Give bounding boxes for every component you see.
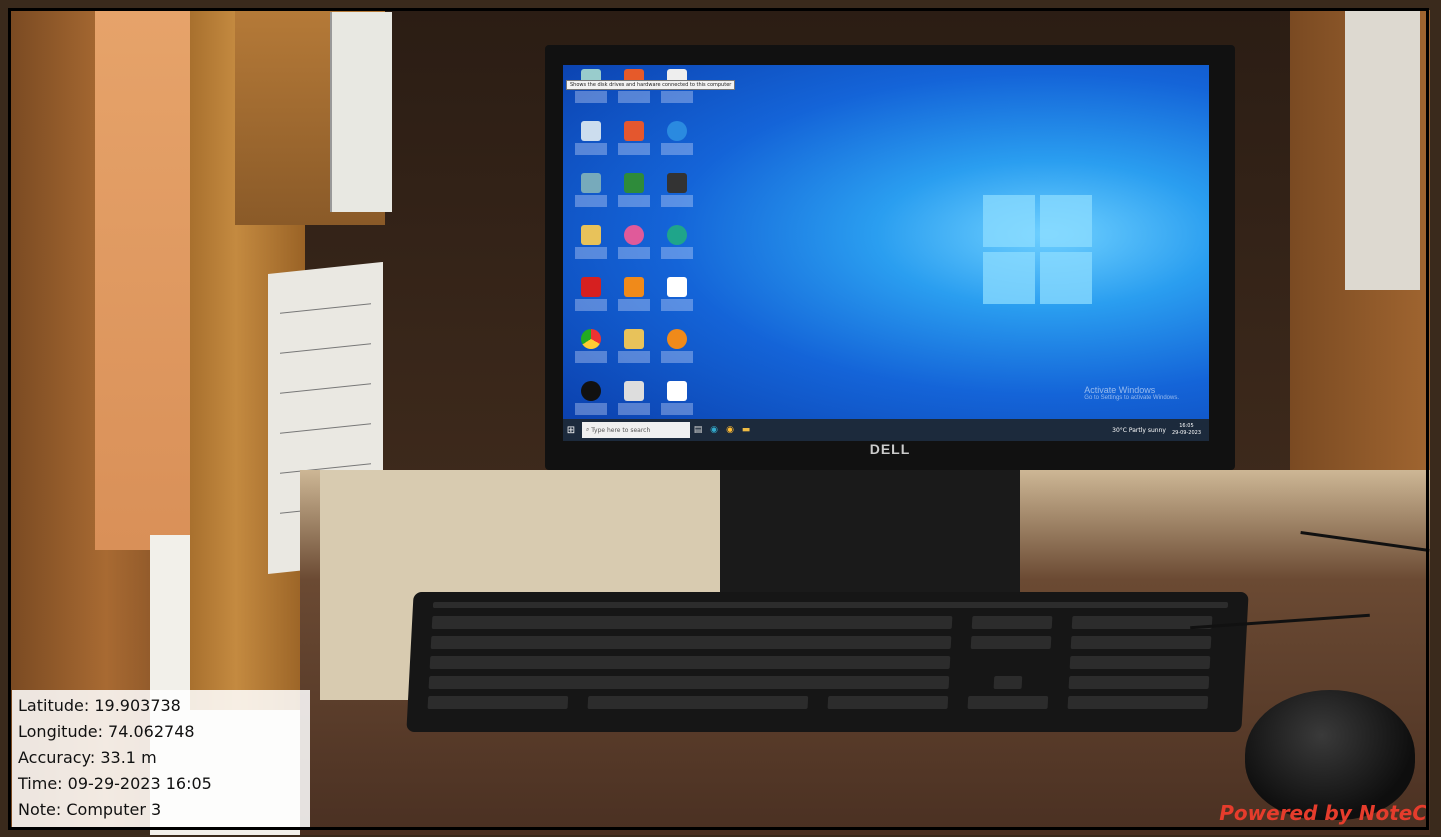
weather-widget[interactable]: 30°C Partly sunny xyxy=(1112,427,1166,434)
pdf-reader-icon[interactable] xyxy=(571,277,611,311)
activation-watermark: Activate Windows Go to Settings to activ… xyxy=(1084,385,1179,401)
task-view-icon[interactable]: ▤ xyxy=(690,419,706,441)
latitude-text: Latitude: 19.903738 xyxy=(18,696,181,715)
start-icon[interactable]: ⊞ xyxy=(563,419,579,441)
monitor: Shows the disk drives and hardware conne… xyxy=(545,45,1235,470)
keyboard xyxy=(406,592,1249,732)
longitude-text: Longitude: 74.062748 xyxy=(18,722,195,741)
monitor-stand xyxy=(720,460,1020,600)
control-panel-icon[interactable] xyxy=(571,173,611,207)
folder-icon[interactable] xyxy=(571,225,611,259)
edge-taskbar-icon[interactable]: ◉ xyxy=(706,419,722,441)
search-placeholder: Type here to search xyxy=(591,426,651,434)
taskbar-clock[interactable]: 16:05 29-09-2023 xyxy=(1172,423,1201,437)
word-document-icon[interactable] xyxy=(657,277,697,311)
branding-text: Powered by NoteC xyxy=(1219,801,1427,825)
watermark-subtitle: Go to Settings to activate Windows. xyxy=(1084,395,1179,401)
text-file-icon[interactable] xyxy=(614,381,654,415)
file-explorer-icon[interactable]: ▬ xyxy=(738,419,754,441)
note-text: Note: Computer 3 xyxy=(18,800,162,819)
clock-date: 29-09-2023 xyxy=(1171,430,1201,436)
media-player-icon[interactable] xyxy=(614,277,654,311)
presentation-app-icon[interactable] xyxy=(614,121,654,155)
taskbar: ⊞ ⌕ Type here to search ▤ ◉ ◉ ▬ 30°C Par… xyxy=(563,419,1209,441)
hp-app-icon[interactable] xyxy=(571,381,611,415)
scanner-app-icon[interactable] xyxy=(657,173,697,207)
notes-on-wall xyxy=(1345,10,1420,290)
search-app-icon[interactable] xyxy=(657,329,697,363)
recycle-bin-icon[interactable] xyxy=(571,121,611,155)
globe-app-icon[interactable] xyxy=(657,121,697,155)
dell-logo: DELL xyxy=(869,441,911,457)
taskbar-search-input[interactable]: ⌕ Type here to search xyxy=(582,422,690,438)
accuracy-text: Accuracy: 33.1 m xyxy=(18,748,157,767)
clock-time: 16:05 xyxy=(1179,423,1194,429)
desktop-screen: Shows the disk drives and hardware conne… xyxy=(563,65,1209,441)
word-document-icon-2[interactable] xyxy=(657,381,697,415)
spreadsheet-app-icon[interactable] xyxy=(614,173,654,207)
photo-scene: Shows the disk drives and hardware conne… xyxy=(0,0,1441,837)
edge-browser-icon[interactable] xyxy=(657,225,697,259)
chrome-browser-icon[interactable] xyxy=(571,329,611,363)
windows-logo xyxy=(983,195,1093,305)
chrome-taskbar-icon[interactable]: ◉ xyxy=(722,419,738,441)
paint-app-icon[interactable] xyxy=(614,225,654,259)
tooltip: Shows the disk drives and hardware conne… xyxy=(566,80,736,90)
folder-icon-2[interactable] xyxy=(614,329,654,363)
geotag-panel: Latitude: 19.903738 Longitude: 74.062748… xyxy=(12,690,310,830)
time-text: Time: 09-29-2023 16:05 xyxy=(18,774,212,793)
watermark-title: Activate Windows xyxy=(1084,385,1156,395)
switchboard xyxy=(330,12,392,212)
